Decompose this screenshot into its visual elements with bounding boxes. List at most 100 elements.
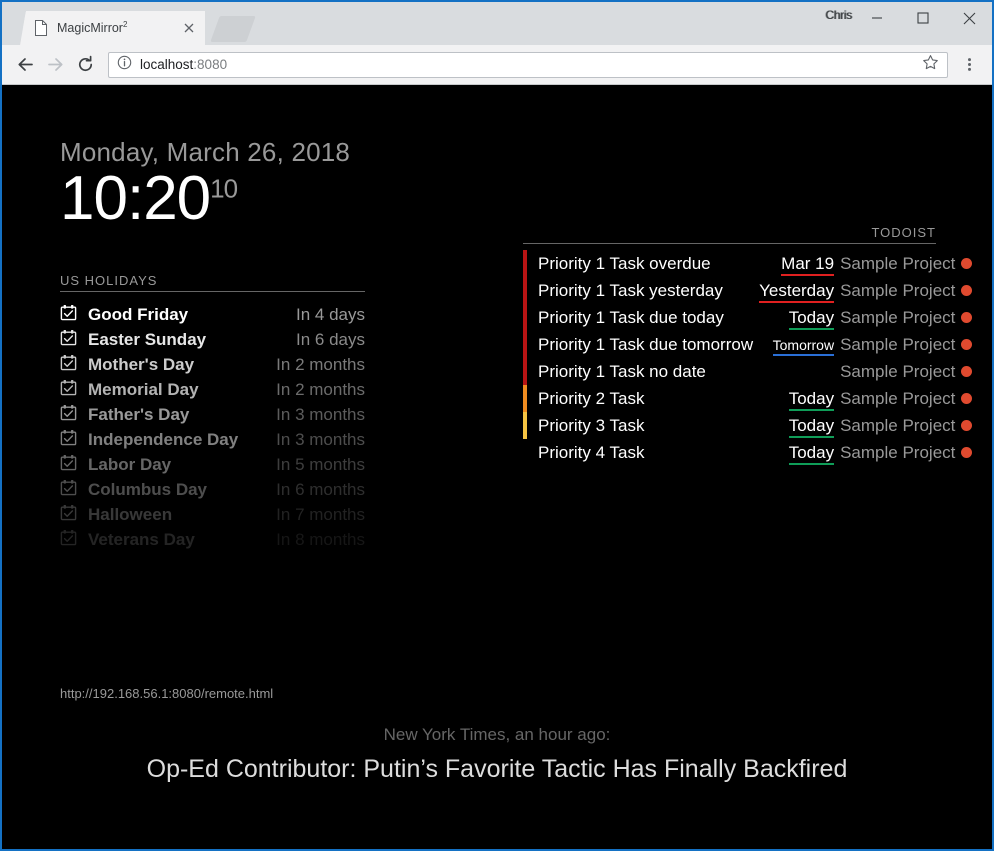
task-due-date: Tomorrow <box>753 331 840 358</box>
task-project: Sample Project <box>840 361 956 381</box>
calendar-check-icon <box>60 477 88 502</box>
clock-seconds: 10 <box>210 173 238 204</box>
task-project: Sample Project <box>840 253 956 273</box>
browser-tab[interactable]: MagicMirror2 <box>20 11 205 45</box>
page-icon <box>34 20 48 36</box>
holiday-row: Independence Day In 3 months <box>60 427 365 452</box>
three-dot-menu-icon[interactable] <box>954 50 984 80</box>
reload-icon[interactable] <box>70 50 100 80</box>
task-due-date: Today <box>753 385 840 412</box>
task-project: Sample Project <box>840 334 956 354</box>
todoist-task-row: Priority 1 Task no date Sample Project <box>523 358 973 385</box>
minimize-icon[interactable] <box>854 2 900 34</box>
holiday-when: In 3 months <box>276 429 365 449</box>
holidays-header: US HOLIDAYS <box>60 273 365 292</box>
maximize-icon[interactable] <box>900 2 946 34</box>
browser-window: MagicMirror2 Chris localhost:8080 Monday… <box>0 0 994 851</box>
todoist-module: TODOIST Priority 1 Task overdue Mar 19 Sam… <box>523 225 973 466</box>
profile-name[interactable]: Chris <box>825 8 852 22</box>
project-color-dot <box>961 412 973 439</box>
tab-strip: MagicMirror2 <box>2 2 256 45</box>
task-title: Priority 1 Task due tomorrow <box>538 334 754 354</box>
new-tab-button[interactable] <box>210 16 256 42</box>
todoist-task-row: Priority 1 Task yesterday Yesterday Sample… <box>523 277 973 304</box>
todoist-task-row: Priority 1 Task due tomorrow Tomorrow Samp… <box>523 331 973 358</box>
info-icon[interactable] <box>117 55 132 75</box>
calendar-check-icon <box>60 427 88 452</box>
task-due-date <box>753 358 840 385</box>
holiday-row: Father's Day In 3 months <box>60 402 365 427</box>
task-due-date: Today <box>753 304 840 331</box>
holiday-title: Father's Day <box>88 404 190 424</box>
clock-time: 10:2010 <box>60 164 238 233</box>
holiday-title: Memorial Day <box>88 379 199 399</box>
project-color-dot <box>961 331 973 358</box>
holiday-row: Halloween In 7 months <box>60 502 365 527</box>
task-title: Priority 1 Task yesterday <box>538 280 723 300</box>
back-arrow-icon[interactable] <box>10 50 40 80</box>
holiday-title: Independence Day <box>88 429 239 449</box>
calendar-check-icon <box>60 352 88 377</box>
calendar-check-icon <box>60 452 88 477</box>
holiday-title: Mother's Day <box>88 354 195 374</box>
holiday-row: Memorial Day In 2 months <box>60 377 365 402</box>
project-color-dot <box>961 385 973 412</box>
holidays-table: Good Friday In 4 days Easter Sunday In 6 da… <box>60 302 365 552</box>
holiday-when: In 7 months <box>276 504 365 524</box>
address-bar-text: localhost:8080 <box>140 57 228 72</box>
holiday-when: In 4 days <box>296 304 365 324</box>
holiday-row: Labor Day In 5 months <box>60 452 365 477</box>
holiday-row: Mother's Day In 2 months <box>60 352 365 377</box>
holiday-title: Labor Day <box>88 454 172 474</box>
calendar-check-icon <box>60 377 88 402</box>
holiday-when: In 2 months <box>276 379 365 399</box>
project-color-dot <box>961 439 973 466</box>
project-color-dot <box>961 304 973 331</box>
project-color-dot <box>961 250 973 277</box>
calendar-module: US HOLIDAYS Good Friday In 4 days Easter S… <box>60 273 365 552</box>
task-due-date: Today <box>753 439 840 466</box>
holiday-title: Columbus Day <box>88 479 208 499</box>
newsfeed-source: New York Times, an hour ago: <box>383 725 611 744</box>
clock-module: Monday, March 26, 2018 10:2010 <box>60 137 350 233</box>
calendar-check-icon <box>60 527 88 552</box>
magicmirror-page: Monday, March 26, 2018 10:2010 US HOLIDA… <box>2 85 992 849</box>
holiday-when: In 6 months <box>276 479 365 499</box>
holiday-when: In 3 months <box>276 404 365 424</box>
tab-title: MagicMirror2 <box>57 20 128 36</box>
holiday-title: Halloween <box>88 504 173 524</box>
holiday-row: Easter Sunday In 6 days <box>60 327 365 352</box>
task-title: Priority 1 Task due today <box>538 307 724 327</box>
calendar-check-icon <box>60 502 88 527</box>
task-title: Priority 1 Task overdue <box>538 253 711 273</box>
task-project: Sample Project <box>840 388 956 408</box>
close-icon[interactable] <box>946 2 992 34</box>
holiday-row: Columbus Day In 6 months <box>60 477 365 502</box>
forward-arrow-icon <box>40 50 70 80</box>
task-title: Priority 1 Task no date <box>538 361 706 381</box>
task-project: Sample Project <box>840 415 956 435</box>
window-controls <box>854 2 992 34</box>
newsfeed-title: Op-Ed Contributor: Putin’s Favorite Tact… <box>146 755 848 783</box>
task-title: Priority 2 Task <box>538 388 645 408</box>
task-title: Priority 3 Task <box>538 415 645 435</box>
todoist-task-row: Priority 1 Task due today Today Sample Pro… <box>523 304 973 331</box>
newsfeed-module: New York Times, an hour ago: Op-Ed Contr… <box>2 725 992 784</box>
tab-close-icon[interactable] <box>181 20 197 36</box>
holiday-row: Good Friday In 4 days <box>60 302 365 327</box>
project-color-dot <box>961 277 973 304</box>
star-icon[interactable] <box>922 54 939 76</box>
todoist-task-row: Priority 3 Task Today Sample Project <box>523 412 973 439</box>
task-due-date: Mar 19 <box>753 250 840 277</box>
calendar-check-icon <box>60 302 88 327</box>
holiday-when: In 8 months <box>276 529 365 549</box>
holiday-when: In 2 months <box>276 354 365 374</box>
browser-toolbar: localhost:8080 <box>2 45 992 85</box>
task-due-date: Today <box>753 412 840 439</box>
holiday-row: Veterans Day In 8 months <box>60 527 365 552</box>
todoist-task-row: Priority 4 Task Today Sample Project <box>523 439 973 466</box>
task-due-date: Yesterday <box>753 277 840 304</box>
task-title: Priority 4 Task <box>538 442 645 462</box>
address-bar[interactable]: localhost:8080 <box>108 51 948 78</box>
holiday-when: In 6 days <box>296 329 365 349</box>
